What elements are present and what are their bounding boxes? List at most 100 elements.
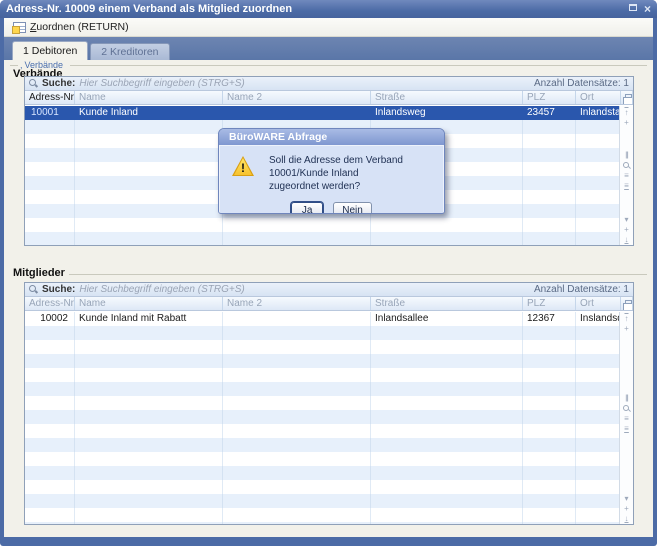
filter-view-icon[interactable]: ≡ [620,423,633,433]
scroll-page-down-icon[interactable]: + [620,224,633,234]
mitglieder-heading-row: Mitglieder [13,267,647,279]
scroll-down-icon[interactable]: ▾ [620,493,633,503]
dialog-title: BüroWARE Abfrage [219,129,444,145]
scroll-first-icon[interactable]: ↑ [620,313,633,323]
mitglieder-table: Suche: Hier Suchbegriff eingeben (STRG+S… [24,282,634,525]
verbaende-nav-strip: ↑ + ||| ≡ ≡ ▾ + ↓ [619,106,633,245]
empty-table-row[interactable] [25,232,619,245]
no-button[interactable]: Nein [333,202,372,214]
list-view-icon[interactable]: ≡ [620,413,633,423]
cell-plz: 23457 [523,106,576,120]
scroll-page-down-icon[interactable]: + [620,503,633,513]
filter-view-icon[interactable]: ≡ [620,181,633,191]
verbaende-header-row: Adress-Nr. Name Name 2 Straße PLZ Ort [25,91,633,105]
table-options-cell[interactable] [621,297,633,310]
empty-table-row[interactable] [25,340,619,354]
mitglieder-heading: Mitglieder [13,267,65,279]
cell-adressnr: 10002 [25,312,75,326]
close-icon[interactable]: × [644,4,651,14]
empty-table-row[interactable] [25,480,619,494]
cell-strasse: Inlandsallee [371,312,523,326]
scroll-first-icon[interactable]: ↑ [620,107,633,117]
empty-table-row[interactable] [25,508,619,522]
column-header-ort[interactable]: Ort [576,297,621,310]
search-placeholder: Hier Suchbegriff eingeben (STRG+S) [79,284,530,295]
empty-table-row[interactable] [25,218,619,232]
cell-plz: 12367 [523,312,576,326]
tab-debitoren[interactable]: 1 Debitoren [12,41,88,60]
cell-ort: Inlandstadt [576,106,619,120]
search-icon [29,285,38,294]
tab-debitoren-label: 1 Debitoren [23,45,77,57]
cell-name: Kunde Inland [75,106,223,120]
search-label: Suche: [42,78,75,89]
table-options-cell[interactable] [621,91,633,104]
column-header-adressnr[interactable]: Adress-Nr. [25,297,75,310]
restore-icon[interactable] [629,4,637,14]
confirmation-dialog: BüroWARE Abfrage ! Soll die Adresse dem … [218,128,445,214]
column-header-plz[interactable]: PLZ [523,91,576,104]
empty-table-row[interactable] [25,382,619,396]
yes-button[interactable]: Ja [291,202,323,214]
table-row[interactable]: 10001 Kunde Inland Inlandsweg 23457 Inla… [25,106,619,120]
scroll-page-up-icon[interactable]: + [620,323,633,333]
dialog-message: Soll die Adresse dem Verband 10001/Kunde… [269,154,438,193]
list-view-icon[interactable]: ≡ [620,171,633,181]
verbaende-search-bar[interactable]: Suche: Hier Suchbegriff eingeben (STRG+S… [25,77,633,91]
column-header-name[interactable]: Name [75,91,223,104]
empty-table-row[interactable] [25,354,619,368]
empty-table-row[interactable] [25,494,619,508]
search-label: Suche: [42,284,75,295]
title-bar: Adress-Nr. 10009 einem Verband als Mitgl… [0,0,657,18]
mitglieder-body: 10002 Kunde Inland mit Rabatt Inlandsall… [25,312,619,524]
column-options-icon[interactable]: ||| [620,393,633,403]
scroll-last-icon[interactable]: ↓ [620,234,633,244]
scroll-page-up-icon[interactable]: + [620,117,633,127]
copy-record-icon [625,94,632,102]
cell-ort: Inslandsdorf [576,312,619,326]
mitglieder-header-row: Adress-Nr. Name Name 2 Straße PLZ Ort [25,297,633,311]
cell-name: Kunde Inland mit Rabatt [75,312,223,326]
column-header-name[interactable]: Name [75,297,223,310]
search-placeholder: Hier Suchbegriff eingeben (STRG+S) [79,78,530,89]
empty-table-row[interactable] [25,522,619,524]
empty-rows [25,326,619,524]
empty-table-row[interactable] [25,410,619,424]
column-header-name2[interactable]: Name 2 [223,297,371,310]
toolbar: Zuordnen (RETURN) [4,18,653,37]
column-header-ort[interactable]: Ort [576,91,621,104]
zoom-search-icon[interactable] [620,161,633,171]
dialog-message-line1: Soll die Adresse dem Verband 10001/Kunde… [269,154,438,180]
empty-table-row[interactable] [25,326,619,340]
dialog-body: ! Soll die Adresse dem Verband 10001/Kun… [219,145,444,214]
assign-button-label: Zuordnen (RETURN) [30,21,129,33]
dialog-message-line2: zugeordnet werden? [269,180,438,193]
mitglieder-search-bar[interactable]: Suche: Hier Suchbegriff eingeben (STRG+S… [25,283,633,297]
column-header-strasse[interactable]: Straße [371,297,523,310]
dialog-buttons: Ja Nein [219,202,444,214]
copy-record-icon [625,300,632,308]
search-icon [29,79,38,88]
empty-table-row[interactable] [25,466,619,480]
assign-button[interactable]: Zuordnen (RETURN) [9,20,133,34]
column-header-adressnr[interactable]: Adress-Nr. [25,91,75,104]
empty-table-row[interactable] [25,368,619,382]
window-title: Adress-Nr. 10009 einem Verband als Mitgl… [6,3,629,15]
empty-table-row[interactable] [25,452,619,466]
column-options-icon[interactable]: ||| [620,151,633,161]
scroll-down-icon[interactable]: ▾ [620,214,633,224]
zoom-search-icon[interactable] [620,403,633,413]
table-row[interactable]: 10002 Kunde Inland mit Rabatt Inlandsall… [25,312,619,326]
tab-kreditoren[interactable]: 2 Kreditoren [90,43,169,60]
empty-table-row[interactable] [25,424,619,438]
scroll-last-icon[interactable]: ↓ [620,513,633,523]
record-count: Anzahl Datensätze: 1 [534,78,629,89]
cell-name2 [223,312,371,326]
column-header-strasse[interactable]: Straße [371,91,523,104]
mitglieder-nav-strip: ↑ + ||| ≡ ≡ ▾ + ↓ [619,312,633,524]
record-count: Anzahl Datensätze: 1 [534,284,629,295]
empty-table-row[interactable] [25,438,619,452]
column-header-plz[interactable]: PLZ [523,297,576,310]
empty-table-row[interactable] [25,396,619,410]
column-header-name2[interactable]: Name 2 [223,91,371,104]
